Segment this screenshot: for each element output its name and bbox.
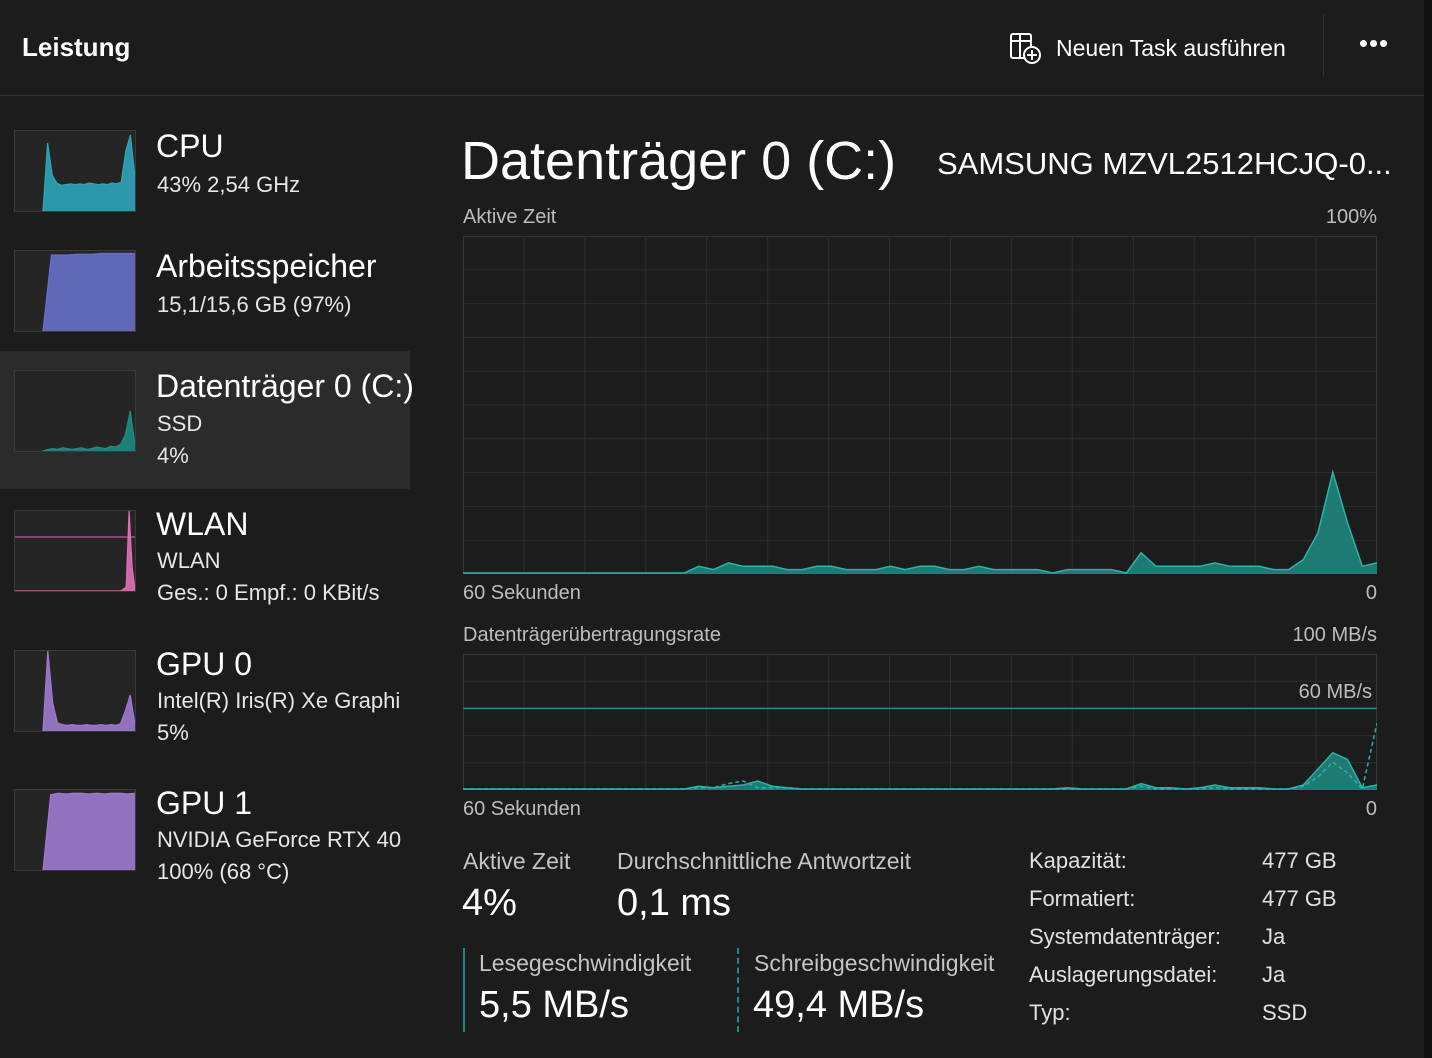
cpu-thumbnail-graph — [14, 130, 136, 212]
header-bar: Leistung Neuen Task ausführen ••• — [0, 0, 1424, 96]
read-speed-series-area — [463, 752, 1377, 790]
property-system-disk-value: Ja — [1262, 924, 1286, 949]
sidebar-item-cpu[interactable]: CPU 43% 2,54 GHz — [0, 122, 410, 260]
sidebar-item-detail: WLAN — [157, 548, 221, 573]
response-time-value: 0,1 ms — [617, 882, 732, 924]
header-divider — [1323, 14, 1324, 76]
transfer-rate-graph — [463, 654, 1377, 790]
property-page-file-value: Ja — [1262, 962, 1286, 987]
sidebar-item-gpu-1[interactable]: GPU 1 NVIDIA GeForce RTX 40 100% (68 °C) — [0, 771, 410, 909]
property-type-value: SSD — [1262, 1000, 1308, 1025]
transfer-rate-reference-label: 60 MB/s — [1298, 681, 1372, 703]
more-options-button[interactable]: ••• — [1352, 28, 1396, 64]
sidebar-item-detail: Intel(R) Iris(R) Xe Graphi — [157, 688, 401, 713]
new-task-icon — [1010, 33, 1041, 64]
gpu1-thumbnail-graph — [14, 789, 136, 871]
disk-model: SAMSUNG MZVL2512HCJQ-0... — [937, 146, 1392, 181]
disk-title: Datenträger 0 (C:) — [461, 131, 897, 191]
response-time-label: Durchschnittliche Antwortzeit — [617, 848, 912, 874]
wlan-thumbnail-graph — [14, 510, 136, 592]
sidebar-item-disk-0[interactable]: Datenträger 0 (C:) SSD 4% — [0, 351, 414, 489]
sidebar-item-title: GPU 0 — [156, 646, 253, 682]
sidebar-item-usage: 4% — [157, 443, 189, 468]
transfer-rate-graph-x-end: 0 — [1365, 798, 1377, 820]
read-speed-label: Lesegeschwindigkeit — [479, 950, 692, 976]
transfer-rate-graph-label: Datenträgerübertragungsrate — [463, 624, 721, 646]
property-system-disk-label: Systemdatenträger: — [1029, 924, 1221, 949]
main-panel: Datenträger 0 (C:) SAMSUNG MZVL2512HCJQ-… — [430, 96, 1424, 1058]
write-speed-label: Schreibgeschwindigkeit — [754, 950, 995, 976]
page-title: Leistung — [22, 32, 131, 62]
write-speed-series-line — [463, 723, 1377, 790]
sidebar-item-usage: 5% — [157, 720, 189, 745]
sidebar-item-detail: NVIDIA GeForce RTX 40 — [157, 827, 402, 852]
thumbnail-area — [43, 793, 135, 870]
property-formatted-label: Formatiert: — [1029, 886, 1136, 911]
active-time-graph — [463, 236, 1377, 574]
active-time-graph-label: Aktive Zeit — [463, 206, 557, 228]
thumbnail-background — [15, 371, 135, 451]
active-time-graph-x-end: 0 — [1365, 582, 1377, 604]
sidebar-item-detail: 43% 2,54 GHz — [157, 172, 301, 197]
disk-thumbnail-graph — [14, 370, 136, 452]
active-time-series-area — [463, 472, 1377, 574]
property-page-file-label: Auslagerungsdatei: — [1029, 962, 1218, 987]
active-time-graph-x-start: 60 Sekunden — [463, 582, 581, 604]
sidebar-item-gpu-0[interactable]: GPU 0 Intel(R) Iris(R) Xe Graphi 5% — [0, 632, 410, 770]
write-speed-value: 49,4 MB/s — [753, 984, 925, 1026]
active-time-value: 4% — [462, 882, 517, 924]
run-new-task-button[interactable]: Neuen Task ausführen — [1008, 28, 1286, 68]
sidebar-item-title: WLAN — [156, 506, 249, 542]
sidebar-item-title: Arbeitsspeicher — [156, 248, 377, 284]
sidebar-item-usage: 100% (68 °C) — [157, 859, 290, 884]
read-speed-series-line — [463, 751, 1377, 790]
sidebar-item-title: CPU — [156, 128, 224, 164]
gpu0-thumbnail-graph — [14, 650, 136, 732]
thumbnail-background — [15, 651, 135, 731]
graph-border — [463, 654, 1377, 790]
sidebar-item-throughput: Ges.: 0 Empf.: 0 KBit/s — [157, 580, 380, 605]
transfer-rate-graph-max: 100 MB/s — [1292, 624, 1377, 646]
write-speed-indicator — [737, 948, 739, 1032]
active-time-series-line — [463, 469, 1377, 574]
active-time-label: Aktive Zeit — [463, 848, 571, 874]
read-speed-value: 5,5 MB/s — [479, 984, 629, 1026]
sidebar-item-title: Datenträger 0 (C:) — [156, 368, 414, 404]
active-time-graph-max: 100% — [1325, 206, 1377, 228]
window-edge — [1424, 0, 1432, 1058]
memory-thumbnail-graph — [14, 250, 136, 332]
thumbnail-background — [15, 511, 135, 591]
property-capacity-label: Kapazität: — [1029, 848, 1127, 873]
property-type-label: Typ: — [1029, 1000, 1071, 1025]
sidebar-item-detail: 15,1/15,6 GB (97%) — [157, 292, 352, 317]
sidebar-item-wlan[interactable]: WLAN WLAN Ges.: 0 Empf.: 0 KBit/s — [0, 492, 410, 630]
sidebar: CPU 43% 2,54 GHz Arbeitsspeicher 15,1/15… — [0, 96, 414, 1058]
property-capacity-value: 477 GB — [1262, 848, 1337, 873]
property-formatted-value: 477 GB — [1262, 886, 1337, 911]
thumbnail-area — [43, 253, 135, 331]
sidebar-item-type: SSD — [157, 411, 203, 436]
run-new-task-label: Neuen Task ausführen — [1056, 34, 1286, 61]
transfer-rate-graph-x-start: 60 Sekunden — [463, 798, 581, 820]
sidebar-item-title: GPU 1 — [156, 785, 253, 821]
read-speed-indicator — [463, 948, 465, 1032]
